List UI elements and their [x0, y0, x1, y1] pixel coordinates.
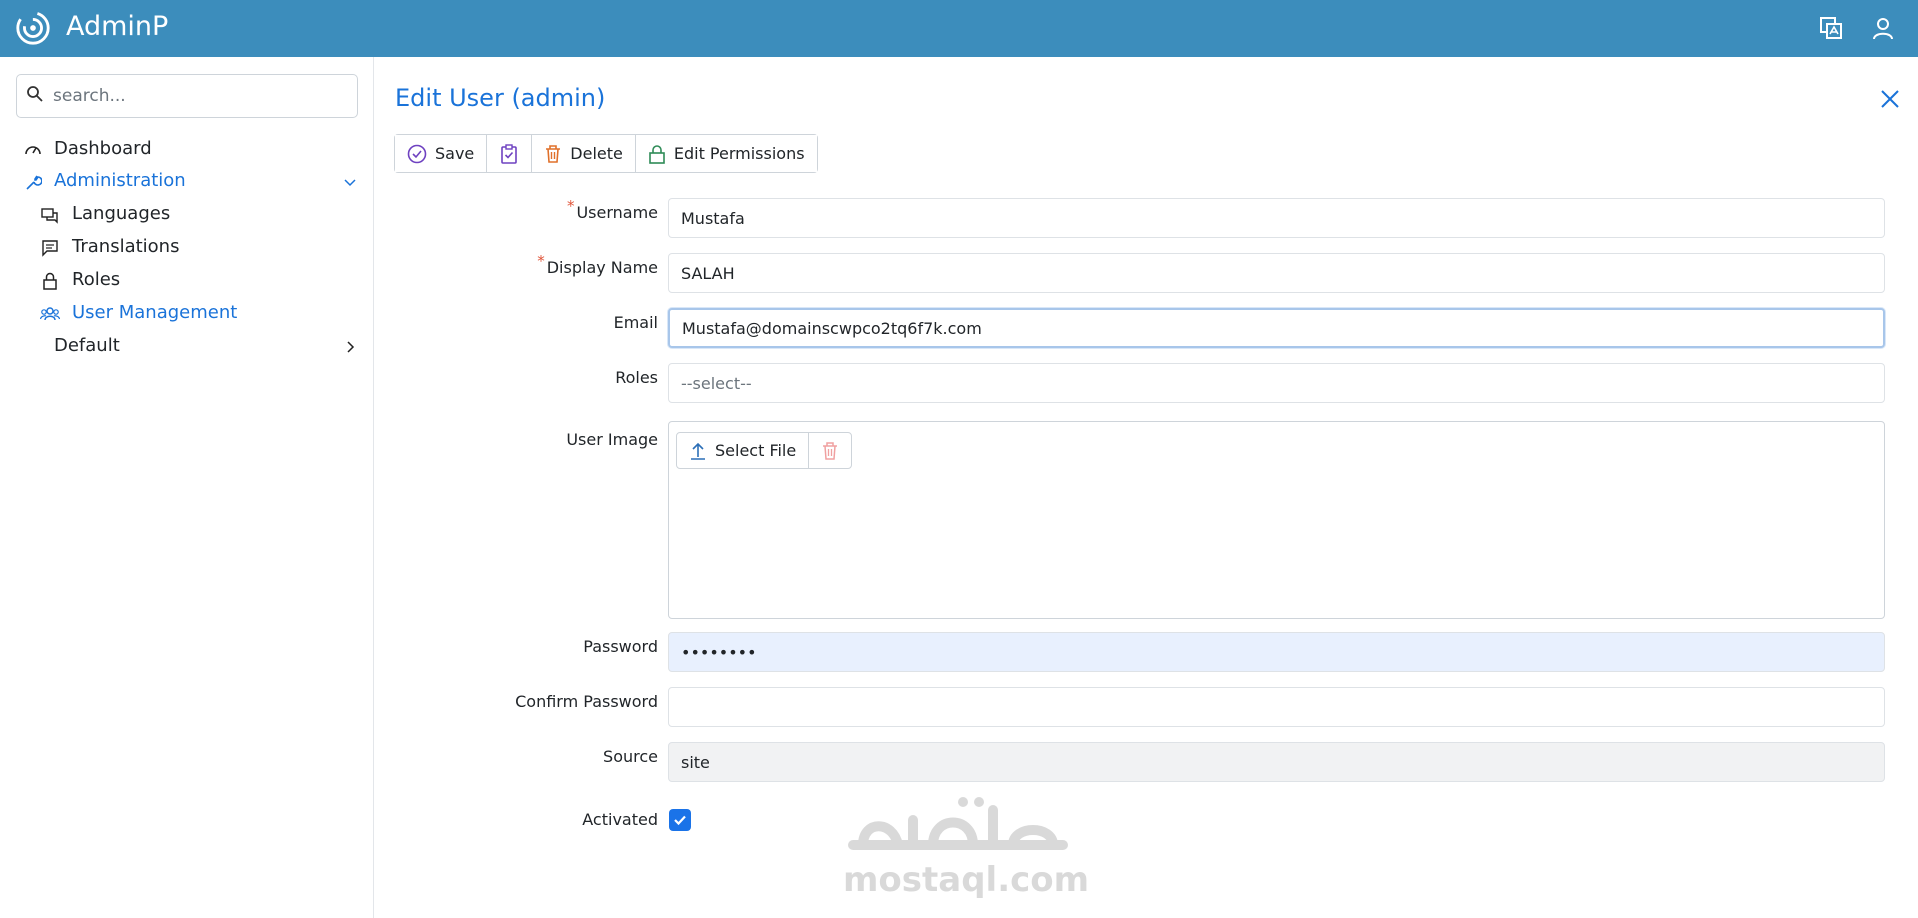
sidebar-item-label: Languages	[72, 203, 171, 224]
top-header: AdminP	[0, 0, 1918, 57]
delete-button[interactable]: Delete	[532, 135, 636, 172]
chevron-down-icon[interactable]	[342, 174, 358, 190]
wrench-icon	[26, 175, 42, 190]
trash-icon	[823, 441, 838, 460]
confirm-password-label: Confirm Password	[515, 692, 658, 711]
source-label: Source	[603, 747, 658, 766]
sidebar-search	[16, 74, 358, 118]
sidebar-item-label: User Management	[72, 302, 238, 323]
comments-icon	[41, 208, 58, 224]
logo-icon	[16, 11, 50, 45]
search-icon	[27, 86, 43, 102]
roles-placeholder: --select--	[681, 373, 752, 393]
page-title: Edit User (admin)	[395, 84, 606, 112]
sidebar: Dashboard Administration Languages Trans…	[0, 57, 374, 918]
delete-label: Delete	[570, 144, 623, 163]
close-icon[interactable]	[1879, 88, 1901, 110]
sidebar-item-label: Translations	[72, 236, 180, 257]
watermark-logo-icon	[848, 797, 1068, 850]
sidebar-item-administration[interactable]: Administration	[0, 166, 374, 198]
search-input[interactable]	[53, 83, 349, 109]
clipboard-check-icon	[501, 143, 518, 164]
required-marker: *	[566, 197, 575, 215]
user-icon[interactable]	[1870, 15, 1896, 41]
user-image-dropzone[interactable]: Select File	[668, 421, 1885, 619]
chevron-right-icon[interactable]	[342, 339, 358, 355]
brand-name[interactable]: AdminP	[66, 11, 168, 42]
required-marker: *	[537, 252, 545, 270]
translate-icon[interactable]	[1818, 15, 1844, 41]
sidebar-item-languages[interactable]: Languages	[0, 199, 374, 231]
edit-permissions-label: Edit Permissions	[673, 144, 805, 163]
source-field	[668, 742, 1885, 782]
save-button[interactable]: Save	[395, 135, 488, 172]
sidebar-item-roles[interactable]: Roles	[0, 265, 374, 297]
checkmark-icon	[674, 815, 686, 826]
upload-icon	[691, 442, 705, 460]
email-label: Email	[613, 313, 658, 332]
sidebar-item-label: Roles	[72, 269, 121, 290]
watermark: mostaql.com	[843, 790, 1090, 900]
sidebar-item-translations[interactable]: Translations	[0, 232, 374, 264]
activated-checkbox[interactable]	[669, 809, 691, 831]
dashboard-icon	[25, 146, 41, 155]
password-field[interactable]	[668, 632, 1885, 672]
activated-label: Activated	[582, 810, 658, 829]
lock-icon	[43, 272, 57, 290]
edit-permissions-button[interactable]: Edit Permissions	[635, 135, 817, 172]
sidebar-item-label: Default	[54, 335, 120, 356]
roles-select[interactable]: --select--	[668, 363, 1885, 403]
file-buttons: Select File	[676, 432, 853, 469]
check-circle-icon	[407, 144, 427, 163]
email-field[interactable]	[668, 308, 1885, 348]
sidebar-item-user-management[interactable]: User Management	[0, 298, 374, 330]
message-icon	[42, 240, 58, 257]
sidebar-item-default[interactable]: Default	[0, 331, 374, 363]
select-file-button[interactable]: Select File	[677, 433, 810, 468]
main-content: Edit User (admin) Save Delete Edit Permi…	[375, 57, 1918, 918]
trash-icon	[546, 144, 561, 163]
sidebar-item-label: Dashboard	[54, 138, 152, 159]
select-file-label: Select File	[715, 441, 797, 460]
users-icon	[40, 307, 60, 321]
lock-icon	[649, 144, 665, 164]
display-name-label: * Display Name	[537, 252, 658, 277]
username-field[interactable]	[668, 198, 1885, 238]
password-label: Password	[583, 637, 658, 656]
sidebar-item-dashboard[interactable]: Dashboard	[0, 134, 374, 166]
form-toolbar: Save Delete Edit Permissions	[394, 134, 818, 173]
sidebar-item-label: Administration	[54, 170, 186, 191]
display-name-field[interactable]	[668, 253, 1885, 293]
roles-label: Roles	[615, 368, 658, 387]
username-label: * Username	[566, 197, 658, 222]
save-label: Save	[435, 144, 475, 163]
watermark-text: mostaql.com	[843, 860, 1090, 900]
apply-button[interactable]	[487, 135, 533, 172]
remove-file-button[interactable]	[809, 433, 851, 468]
user-image-label: User Image	[566, 430, 658, 449]
confirm-password-field[interactable]	[668, 687, 1885, 727]
